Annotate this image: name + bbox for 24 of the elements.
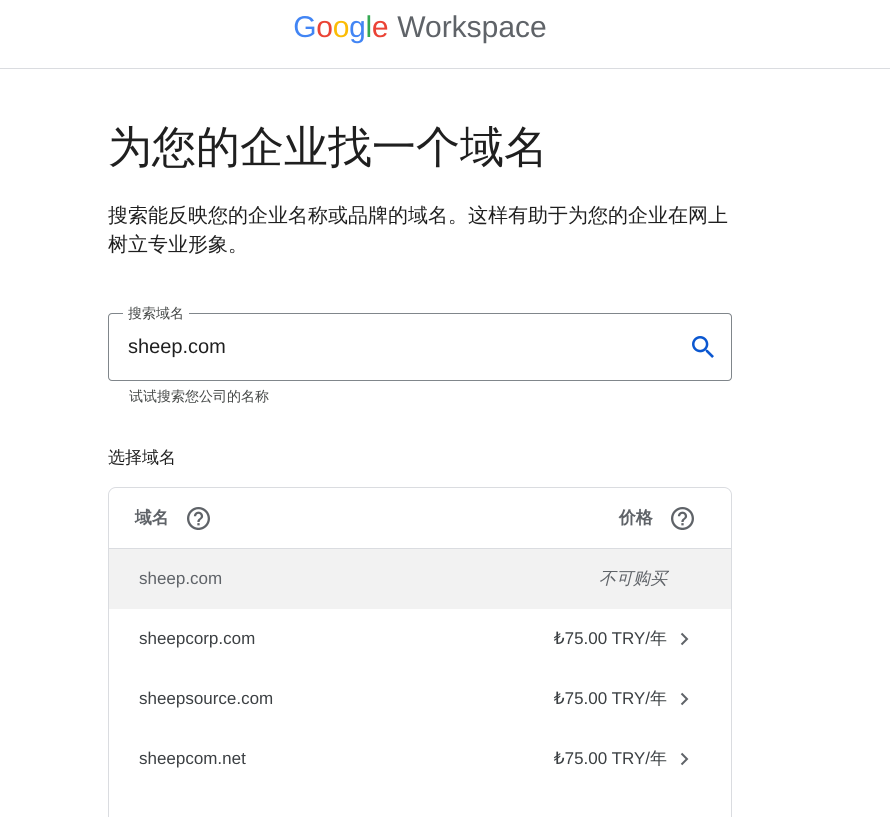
domain-name: sheepsource.com — [139, 688, 274, 710]
domain-price: ₺75.00 TRY/年 — [554, 628, 667, 650]
column-header: 域名 — [135, 507, 169, 529]
section-heading: 选择域名 — [108, 447, 176, 469]
domain-name: sheepcorp.com — [139, 628, 256, 650]
page-description: 搜索能反映您的企业名称或品牌的域名。这样有助于为您的企业在网上树立专业形象。 — [108, 204, 729, 258]
helper-text: 试试搜索您公司的名称 — [128, 387, 269, 405]
chevron-right-icon[interactable] — [680, 752, 689, 766]
domain-price: ₺75.00 TRY/年 — [554, 688, 667, 710]
page-title: 为您的企业找一个域名 — [108, 122, 548, 174]
product-name: Workspace — [397, 10, 547, 46]
column-header: 价格 — [619, 507, 653, 529]
unavailable-status: 不可购买 — [599, 568, 667, 590]
help-icon[interactable] — [187, 506, 210, 530]
field-label: 搜索域名 — [127, 304, 185, 322]
domain-price: ₺75.00 TRY/年 — [554, 748, 667, 770]
domain-name: sheep.com — [139, 568, 222, 590]
chevron-right-icon[interactable] — [680, 632, 689, 646]
domain-name: sheepcom.net — [139, 748, 246, 770]
google-wordmark: Google — [293, 10, 388, 46]
search-field[interactable]: 搜索域名 sheep.com — [108, 304, 732, 381]
help-icon[interactable] — [671, 506, 694, 530]
chevron-right-icon[interactable] — [680, 692, 689, 706]
search-icon[interactable] — [692, 336, 714, 358]
